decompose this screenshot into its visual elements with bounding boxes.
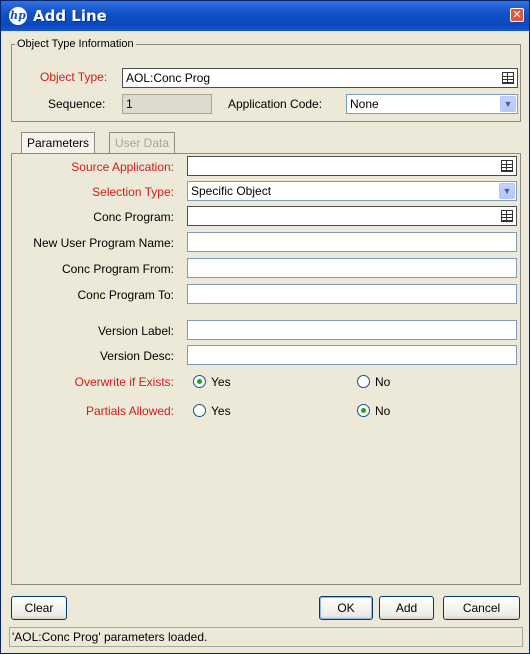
partials-yes-label: Yes: [211, 404, 231, 418]
source-application-label: Source Application:: [71, 160, 174, 174]
add-button[interactable]: Add: [379, 596, 434, 620]
chevron-down-icon[interactable]: ▼: [500, 96, 516, 112]
new-user-program-name-input[interactable]: [187, 232, 517, 252]
partials-yes-radio[interactable]: [193, 404, 206, 417]
conc-program-to-input[interactable]: [187, 284, 517, 304]
sequence-label: Sequence:: [48, 97, 106, 111]
selection-type-value: Specific Object: [191, 184, 272, 198]
version-desc-label: Version Desc:: [99, 349, 174, 363]
lookup-icon[interactable]: [502, 72, 514, 84]
overwrite-yes-radio[interactable]: [193, 375, 206, 388]
ok-button[interactable]: OK: [319, 596, 373, 620]
conc-program-from-input[interactable]: [187, 258, 517, 278]
overwrite-no-radio[interactable]: [357, 375, 370, 388]
application-code-label: Application Code:: [228, 97, 323, 111]
application-code-value: None: [350, 97, 379, 111]
conc-program-to-label: Conc Program To:: [77, 288, 175, 302]
sequence-field: 1: [122, 94, 212, 114]
partials-no-radio[interactable]: [357, 404, 370, 417]
object-type-value: AOL:Conc Prog: [126, 71, 211, 85]
conc-program-field[interactable]: [187, 206, 517, 226]
version-label-label: Version Label:: [97, 324, 174, 338]
object-type-group-legend: Object Type Information: [15, 38, 136, 50]
clear-button[interactable]: Clear: [11, 596, 67, 620]
status-bar: 'AOL:Conc Prog' parameters loaded.: [9, 627, 523, 647]
selection-type-select[interactable]: Specific Object ▼: [187, 181, 517, 201]
source-application-field[interactable]: [187, 156, 517, 176]
partials-no-label: No: [375, 404, 391, 418]
overwrite-no-label: No: [375, 375, 391, 389]
conc-program-from-label: Conc Program From:: [61, 262, 174, 276]
lookup-icon[interactable]: [501, 160, 513, 172]
application-code-select[interactable]: None ▼: [346, 94, 518, 114]
add-line-dialog: hp Add Line ✕ Object Type Information Ob…: [0, 0, 530, 654]
object-type-field[interactable]: AOL:Conc Prog: [122, 68, 518, 88]
conc-program-label: Conc Program:: [93, 210, 174, 224]
window-title: Add Line: [33, 7, 107, 25]
tab-user-data[interactable]: User Data: [109, 132, 176, 154]
tab-parameters[interactable]: Parameters: [21, 132, 96, 154]
overwrite-if-exists-label: Overwrite if Exists:: [74, 375, 174, 389]
cancel-button[interactable]: Cancel: [443, 596, 520, 620]
partials-allowed-label: Partials Allowed:: [85, 404, 174, 418]
hp-logo-icon: hp: [9, 7, 27, 25]
version-label-input[interactable]: [187, 320, 517, 340]
version-desc-input[interactable]: [187, 345, 517, 365]
selection-type-label: Selection Type:: [92, 185, 174, 199]
close-icon[interactable]: ✕: [510, 8, 524, 22]
chevron-down-icon[interactable]: ▼: [499, 183, 515, 199]
new-user-program-name-label: New User Program Name:: [33, 236, 174, 250]
overwrite-yes-label: Yes: [211, 375, 231, 389]
lookup-icon[interactable]: [501, 210, 513, 222]
title-bar[interactable]: hp Add Line ✕: [1, 1, 529, 31]
object-type-label: Object Type:: [40, 70, 108, 84]
